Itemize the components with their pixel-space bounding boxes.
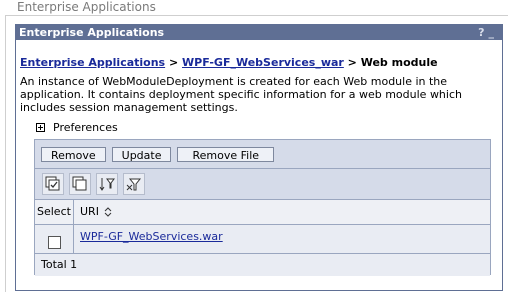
- row-checkbox[interactable]: [47, 235, 61, 249]
- breadcrumb: Enterprise Applications > WPF-GF_WebServ…: [20, 56, 438, 69]
- update-button[interactable]: Update: [111, 146, 172, 162]
- table-header: Select URI: [35, 200, 490, 225]
- column-header-select: Select: [35, 200, 74, 224]
- portlet-title: Enterprise Applications: [19, 26, 165, 39]
- remove-button[interactable]: Remove: [41, 146, 106, 162]
- row-uri-cell: WPF-GF_WebServices.war: [74, 225, 223, 253]
- table-row: WPF-GF_WebServices.war: [35, 225, 490, 254]
- row-select-cell: [35, 225, 74, 253]
- select-all-icon[interactable]: [42, 173, 64, 195]
- table-toolbar: [35, 169, 490, 200]
- breadcrumb-link-webservices-war[interactable]: WPF-GF_WebServices_war: [182, 56, 344, 69]
- sort-icon[interactable]: [103, 206, 113, 218]
- table-total: Total 1: [35, 254, 490, 276]
- uri-link[interactable]: WPF-GF_WebServices.war: [80, 230, 223, 243]
- preferences-toggle[interactable]: Preferences: [36, 121, 118, 134]
- preferences-label: Preferences: [53, 121, 118, 134]
- clear-filter-icon[interactable]: [123, 173, 145, 195]
- web-module-table: Remove Update Remove File Select URI WPF…: [34, 139, 491, 276]
- show-filter-icon[interactable]: [96, 173, 118, 195]
- breadcrumb-separator: >: [343, 56, 361, 69]
- portlet-title-bar: Enterprise Applications ?_: [16, 25, 502, 40]
- expand-plus-icon[interactable]: [36, 123, 45, 132]
- deselect-all-icon[interactable]: [69, 173, 91, 195]
- column-header-uri-label: URI: [80, 205, 99, 218]
- portlet-controls: ?_: [478, 25, 498, 40]
- remove-file-button[interactable]: Remove File: [177, 146, 275, 162]
- column-header-uri[interactable]: URI: [74, 200, 113, 224]
- outer-page-title: Enterprise Applications: [17, 0, 156, 14]
- button-bar: Remove Update Remove File: [35, 140, 490, 169]
- breadcrumb-separator: >: [165, 56, 182, 69]
- breadcrumb-link-enterprise-applications[interactable]: Enterprise Applications: [20, 56, 165, 69]
- page-description: An instance of WebModuleDeployment is cr…: [20, 75, 462, 114]
- breadcrumb-current: Web module: [360, 56, 438, 69]
- minimize-icon[interactable]: _: [489, 26, 499, 39]
- help-icon[interactable]: ?: [478, 26, 488, 39]
